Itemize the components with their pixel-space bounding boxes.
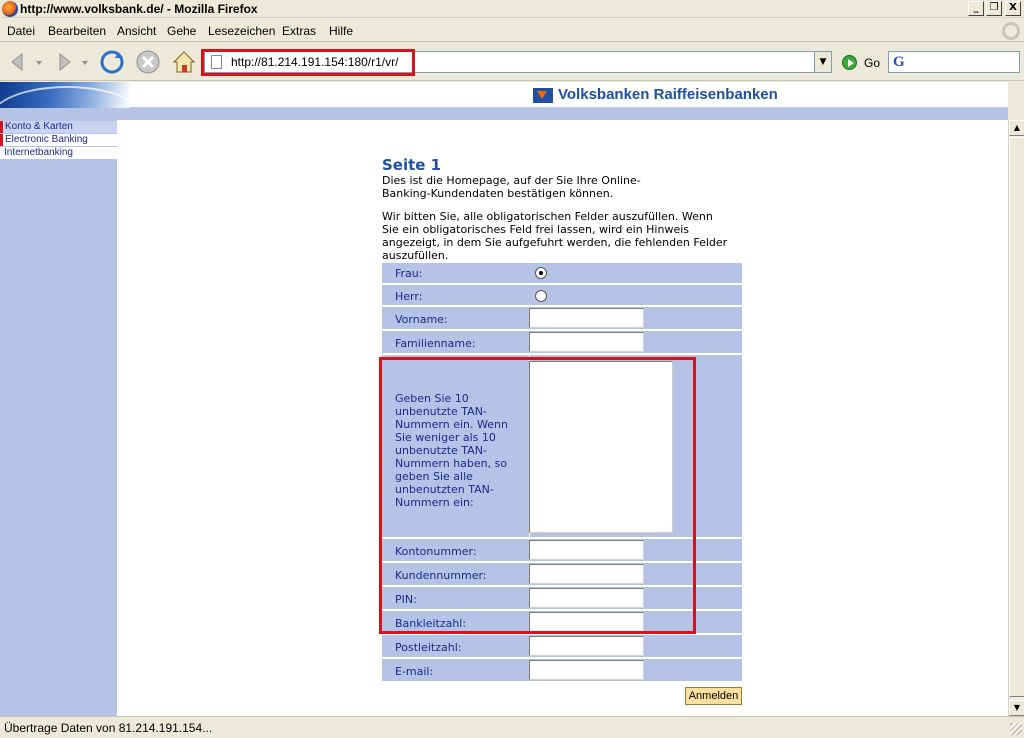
menu-extras[interactable]: Extras	[282, 24, 316, 38]
row-vorname: Vorname:	[382, 307, 742, 331]
familienname-label: Familienname:	[395, 337, 476, 350]
row-frau: Frau:	[382, 263, 742, 285]
volksbank-logo-icon	[533, 88, 553, 103]
forward-arrow-icon[interactable]	[50, 48, 78, 76]
status-bar: Übertrage Daten von 81.214.191.154...	[0, 716, 1024, 738]
brand-name: Volksbanken Raiffeisenbanken	[558, 86, 778, 103]
anmelden-button[interactable]: Anmelden	[685, 687, 742, 705]
url-highlight-box	[201, 49, 415, 76]
row-email: E-mail:	[382, 659, 742, 683]
menu-bar: Datei Bearbeiten Ansicht Gehe Lesezeiche…	[0, 20, 1024, 42]
reload-icon[interactable]	[98, 48, 126, 76]
firefox-icon	[2, 1, 18, 17]
title-bar: http://www.volksbank.de/ - Mozilla Firef…	[0, 0, 1024, 18]
postleitzahl-label: Postleitzahl:	[395, 641, 462, 654]
search-box[interactable]: G	[888, 51, 1020, 73]
scrollbar-thumb[interactable]	[1009, 137, 1024, 697]
postleitzahl-input[interactable]	[529, 636, 644, 656]
sidebar-item-konto-karten[interactable]: Konto & Karten	[0, 121, 117, 133]
go-label: Go	[864, 56, 881, 70]
back-arrow-icon[interactable]	[4, 48, 32, 76]
herr-label: Herr:	[395, 290, 423, 303]
go-arrow-icon	[842, 55, 857, 70]
menu-gehe[interactable]: Gehe	[167, 24, 196, 38]
intro-text: Dies ist die Homepage, auf der Sie Ihre …	[382, 174, 641, 200]
url-dropdown-button[interactable]: ▼	[814, 52, 831, 72]
vorname-label: Vorname:	[395, 313, 448, 326]
resize-grip-icon[interactable]	[1010, 723, 1022, 735]
banner-artwork	[0, 82, 130, 108]
sensitive-fields-highlight-box	[379, 357, 696, 634]
sidebar-item-electronic-banking[interactable]: Electronic Banking	[0, 134, 117, 146]
sidebar: Konto & Karten Electronic Banking Intern…	[0, 120, 117, 716]
throbber-icon	[1002, 22, 1020, 40]
minimize-button[interactable]: _	[968, 1, 984, 16]
row-herr: Herr:	[382, 285, 742, 307]
email-label: E-mail:	[395, 665, 434, 678]
familienname-input[interactable]	[529, 332, 644, 352]
frau-radio[interactable]	[535, 267, 547, 279]
bank-banner: Volksbanken Raiffeisenbanken	[0, 82, 1008, 108]
row-familienname: Familienname:	[382, 331, 742, 355]
maximize-button[interactable]: ❐	[986, 1, 1002, 16]
menu-datei[interactable]: Datei	[7, 24, 35, 38]
window-title: http://www.volksbank.de/ - Mozilla Firef…	[20, 2, 258, 16]
instructions-text: Wir bitten Sie, alle obligatorischen Fel…	[382, 210, 728, 262]
go-button[interactable]: Go	[842, 55, 886, 73]
herr-radio[interactable]	[535, 290, 547, 302]
sidebar-item-internetbanking[interactable]: Internetbanking	[0, 147, 117, 159]
menu-bearbeiten[interactable]: Bearbeiten	[48, 24, 106, 38]
scroll-up-arrow-icon[interactable]: ▲	[1009, 120, 1024, 136]
email-input[interactable]	[529, 660, 644, 680]
home-icon[interactable]	[170, 48, 198, 76]
menu-hilfe[interactable]: Hilfe	[329, 24, 353, 38]
page-title: Seite 1	[382, 156, 442, 174]
forward-dropdown-icon[interactable]	[80, 48, 90, 76]
navigation-toolbar: http://81.214.191.154:180/r1/vr/ ▼ Go G	[0, 43, 1024, 81]
frau-label: Frau:	[395, 267, 423, 280]
status-text: Übertrage Daten von 81.214.191.154...	[4, 721, 213, 735]
vertical-scrollbar[interactable]: ▲ ▼	[1008, 120, 1024, 718]
banner-strip	[0, 108, 1008, 120]
back-dropdown-icon[interactable]	[34, 48, 44, 76]
menu-lesezeichen[interactable]: Lesezeichen	[208, 24, 275, 38]
google-search-icon[interactable]: G	[893, 54, 905, 71]
menu-ansicht[interactable]: Ansicht	[117, 24, 156, 38]
close-button[interactable]: X	[1005, 1, 1021, 16]
vorname-input[interactable]	[529, 308, 644, 328]
row-postleitzahl: Postleitzahl:	[382, 635, 742, 659]
stop-icon[interactable]	[134, 48, 162, 76]
scroll-down-arrow-icon[interactable]: ▼	[1009, 700, 1024, 716]
